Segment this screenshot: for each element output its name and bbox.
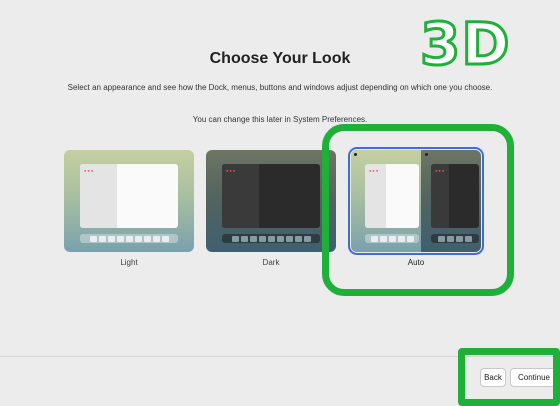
dock-preview [222, 234, 320, 243]
dark-window-preview: ●●● [222, 164, 320, 228]
continue-highlight-box [458, 348, 560, 406]
appearance-label-light: Light [120, 258, 138, 267]
auto-highlight-box [322, 124, 514, 296]
appearance-option-light[interactable]: ●●● [64, 150, 194, 252]
light-preview-image: ●●● [64, 150, 194, 252]
sidebar-preview [80, 164, 118, 228]
page-note: You can change this later in System Pref… [192, 115, 368, 124]
page-description: Select an appearance and see how the Doc… [67, 83, 493, 92]
dock-preview [80, 234, 178, 243]
appearance-label-dark: Dark [262, 258, 280, 267]
3d-logo: 3D [419, 10, 512, 78]
traffic-lights-icon: ●●● [226, 168, 237, 173]
light-window-preview: ●●● [80, 164, 178, 228]
sidebar-preview [222, 164, 260, 228]
dark-preview-image: ●●● [206, 150, 336, 252]
appearance-option-dark[interactable]: ●●● [206, 150, 336, 252]
traffic-lights-icon: ●●● [84, 168, 95, 173]
